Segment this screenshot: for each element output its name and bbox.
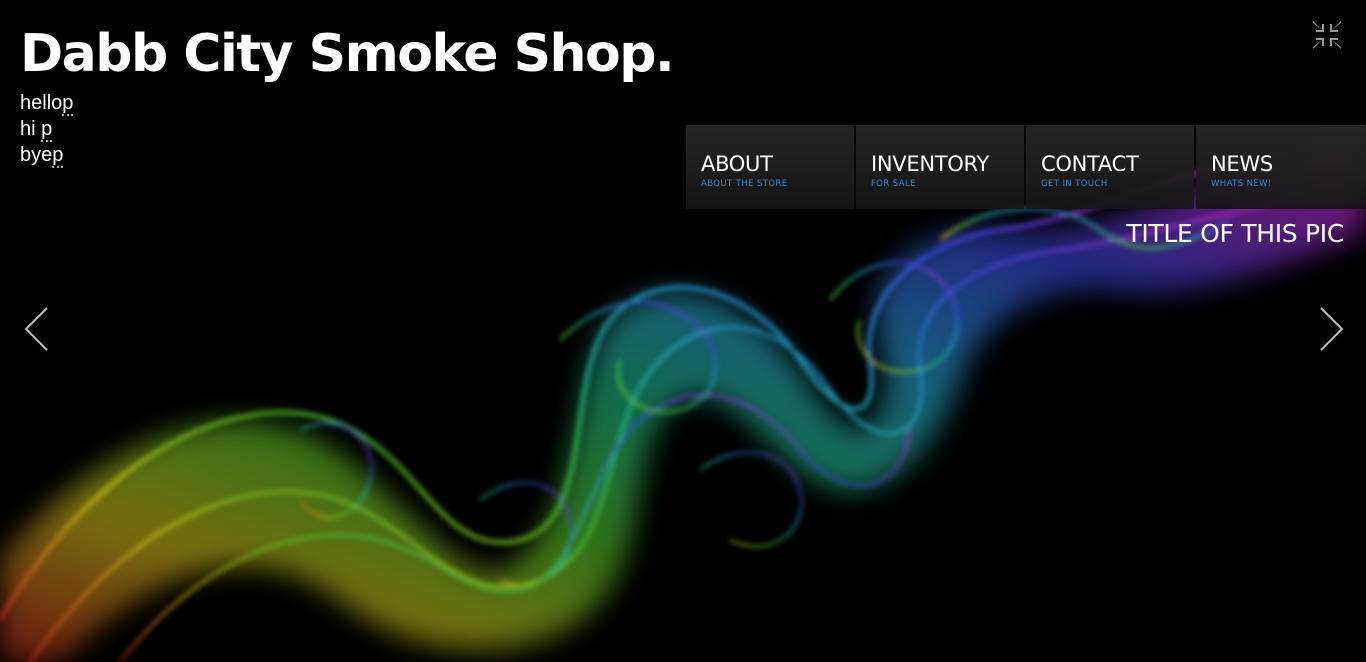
previous-slide-button[interactable] — [22, 306, 52, 352]
spellcheck-underlined-text: p — [41, 118, 53, 142]
notes-line-bye: byep — [20, 142, 73, 168]
main-navigation: ABOUT ABOUT THE STORE INVENTORY FOR SALE… — [686, 125, 1366, 209]
nav-item-about[interactable]: ABOUT ABOUT THE STORE — [686, 125, 854, 209]
nav-item-subtitle: WHATS NEW! — [1211, 179, 1272, 189]
nav-item-subtitle: FOR SALE — [871, 179, 916, 189]
nav-item-label: INVENTORY — [871, 152, 989, 176]
spellcheck-underlined-text: p — [62, 92, 74, 116]
fullscreen-toggle-button[interactable] — [1310, 18, 1344, 52]
nav-item-inventory[interactable]: INVENTORY FOR SALE — [856, 125, 1024, 209]
notes-line-word: hello — [20, 92, 63, 114]
notes-line-word: hi — [20, 118, 42, 140]
notes-line-word: bye — [20, 144, 53, 166]
nav-item-news[interactable]: NEWS WHATS NEW! — [1196, 125, 1366, 209]
spellcheck-underlined-text: p — [52, 144, 64, 168]
notes-text-block: hellop hi p byep — [20, 90, 74, 168]
chevron-left-icon — [24, 307, 48, 351]
collapse-fullscreen-icon — [1313, 21, 1341, 49]
nav-item-label: CONTACT — [1041, 152, 1139, 176]
site-title: Dabb City Smoke Shop. — [20, 24, 675, 84]
smoke-background-image — [0, 150, 1366, 662]
nav-item-subtitle: ABOUT THE STORE — [701, 179, 788, 189]
chevron-right-icon — [1320, 307, 1344, 351]
nav-item-contact[interactable]: CONTACT GET IN TOUCH — [1026, 125, 1194, 209]
slide-caption: TITLE OF THIS PIC — [1126, 219, 1344, 248]
nav-item-subtitle: GET IN TOUCH — [1041, 179, 1108, 189]
nav-item-label: ABOUT — [701, 152, 773, 176]
next-slide-button[interactable] — [1316, 306, 1346, 352]
notes-line-hello: hellop — [20, 90, 74, 116]
slideshow-stage: Dabb City Smoke Shop. hellop hi p byep A… — [0, 0, 1366, 662]
nav-item-label: NEWS — [1211, 152, 1273, 176]
notes-line-hi: hi p — [20, 116, 73, 142]
